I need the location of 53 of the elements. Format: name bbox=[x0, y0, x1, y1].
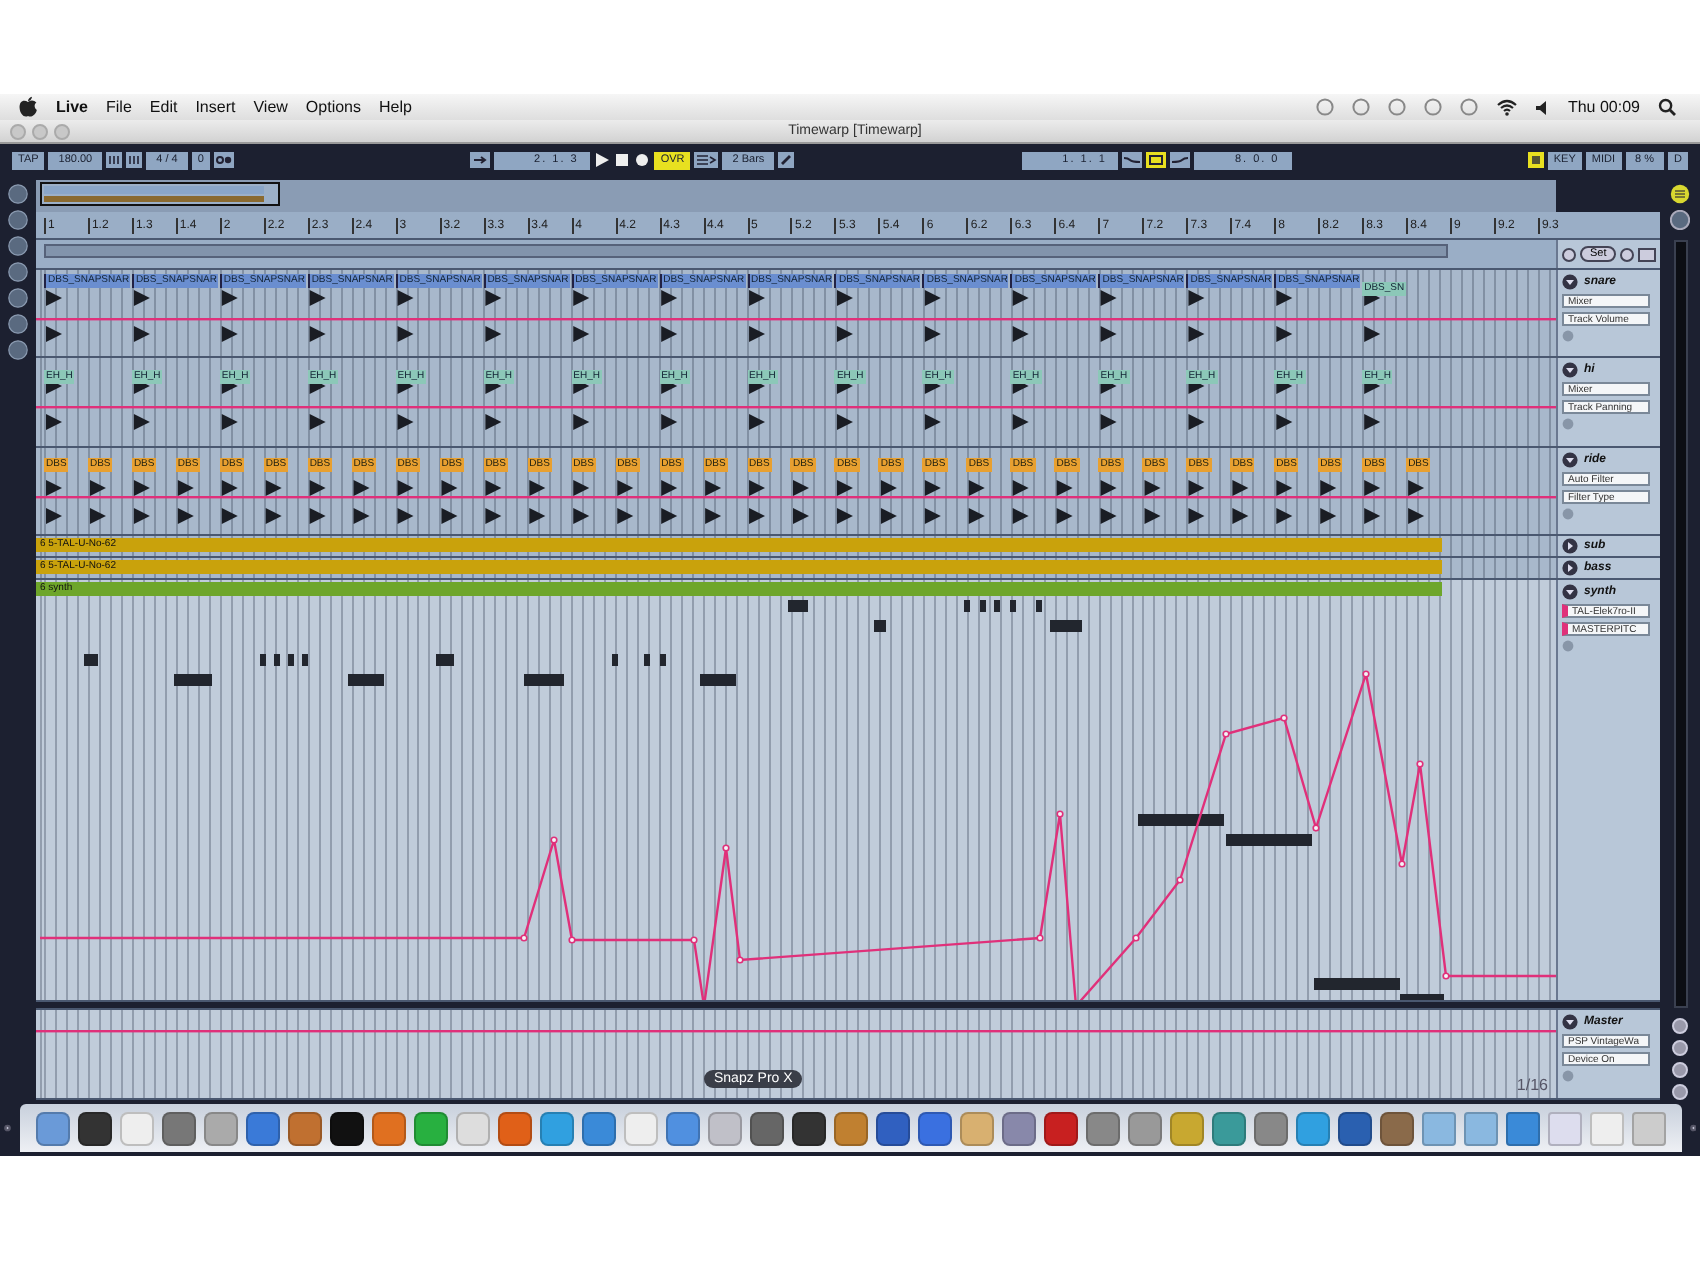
app-menu[interactable]: Live bbox=[56, 98, 89, 116]
play-icon[interactable] bbox=[594, 152, 611, 168]
app-icon[interactable] bbox=[749, 1111, 783, 1145]
nudge-icon[interactable] bbox=[106, 152, 123, 168]
list-icon[interactable] bbox=[694, 152, 719, 168]
apple-icon[interactable] bbox=[18, 96, 38, 118]
loop-icon[interactable] bbox=[1146, 152, 1167, 168]
lock-icon[interactable] bbox=[1638, 247, 1657, 262]
app-icon[interactable] bbox=[329, 1111, 363, 1145]
app-icon[interactable] bbox=[77, 1111, 111, 1145]
stop-icon[interactable] bbox=[614, 152, 631, 168]
menu-item[interactable]: Insert bbox=[195, 98, 236, 116]
app-icon[interactable] bbox=[791, 1111, 825, 1145]
app-icon[interactable] bbox=[875, 1111, 909, 1145]
menu-item[interactable]: Edit bbox=[149, 98, 178, 116]
pencil-icon[interactable] bbox=[778, 152, 795, 168]
automation-envelope[interactable] bbox=[40, 669, 1556, 1000]
punch-out-icon[interactable] bbox=[1170, 152, 1191, 168]
speaker-icon[interactable] bbox=[1535, 99, 1550, 115]
disclosure-triangle-icon[interactable] bbox=[1562, 583, 1578, 600]
previous-icon[interactable] bbox=[1562, 247, 1576, 262]
disclosure-triangle-icon[interactable] bbox=[1562, 451, 1578, 468]
disclosure-triangle-icon[interactable] bbox=[1562, 362, 1578, 379]
disclosure-triangle-icon[interactable] bbox=[1562, 1013, 1578, 1030]
menu-item[interactable]: View bbox=[253, 98, 288, 116]
circle-icon[interactable] bbox=[1459, 98, 1478, 116]
scrollbar[interactable] bbox=[1673, 240, 1687, 1008]
grid-size-label[interactable]: 1/16 bbox=[1516, 1076, 1548, 1094]
circle-icon[interactable] bbox=[1315, 98, 1334, 116]
punch-in-icon[interactable] bbox=[1122, 152, 1143, 168]
disclosure-triangle-icon[interactable] bbox=[1562, 537, 1578, 554]
circle-button-icon[interactable] bbox=[1670, 210, 1690, 230]
menu-item[interactable]: Options bbox=[305, 98, 361, 116]
circle-button-icon[interactable] bbox=[8, 184, 28, 204]
loop-brace[interactable] bbox=[44, 244, 1448, 259]
app-icon[interactable] bbox=[1337, 1111, 1371, 1145]
circle-icon[interactable] bbox=[1423, 98, 1442, 116]
menu-item[interactable]: File bbox=[106, 98, 132, 116]
menu-item[interactable]: Help bbox=[379, 98, 412, 116]
computer-key-icon[interactable] bbox=[1527, 152, 1544, 168]
next-icon[interactable] bbox=[1620, 247, 1635, 262]
circle-icon[interactable] bbox=[1387, 98, 1406, 116]
search-icon[interactable] bbox=[1658, 98, 1676, 116]
nudge-icon[interactable] bbox=[126, 152, 143, 168]
record-icon[interactable] bbox=[634, 152, 651, 168]
clock: Thu 00:09 bbox=[1567, 98, 1640, 116]
circle-icon[interactable] bbox=[1351, 98, 1370, 116]
disclosure-triangle-icon[interactable] bbox=[1562, 559, 1578, 576]
disclosure-triangle-icon[interactable] bbox=[1562, 274, 1578, 291]
wifi-icon[interactable] bbox=[1495, 98, 1518, 116]
menu-icon[interactable] bbox=[1670, 184, 1690, 204]
app-icon[interactable] bbox=[1043, 1111, 1077, 1145]
follow-icon[interactable] bbox=[213, 152, 234, 168]
